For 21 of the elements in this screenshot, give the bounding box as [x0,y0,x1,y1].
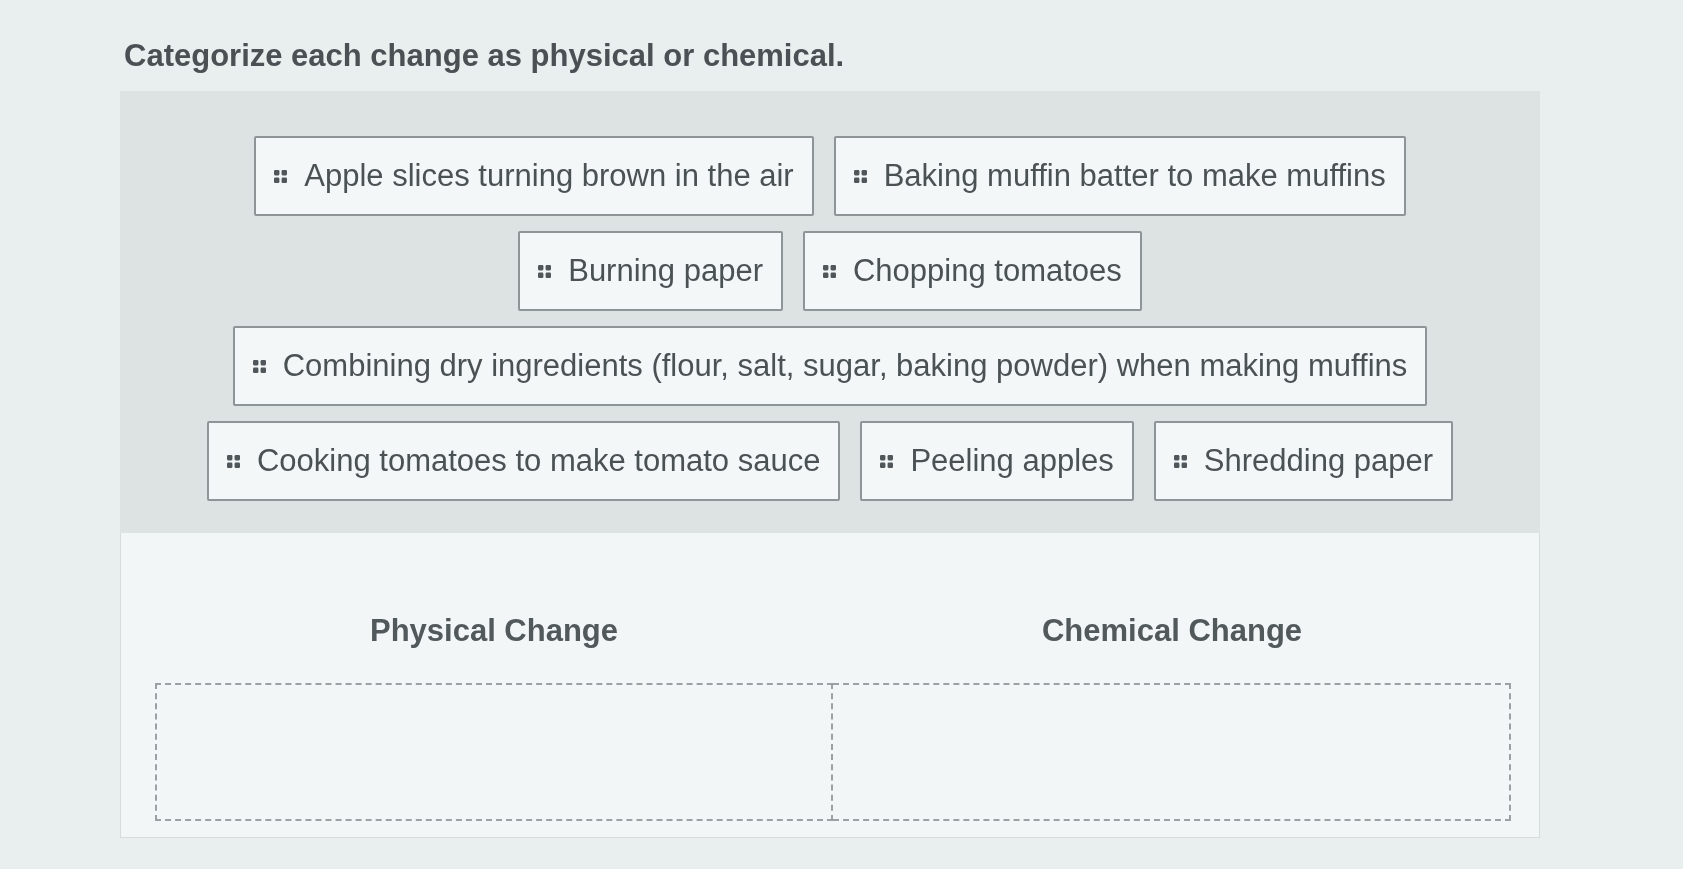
drag-handle-icon [1173,454,1187,468]
draggable-answer-tile[interactable]: Chopping tomatoes [802,231,1142,311]
drag-handle-icon [853,169,867,183]
drag-handle-icon [226,454,240,468]
drag-handle-icon [538,264,552,278]
category-heading: Chemical Change [1041,613,1303,649]
drop-zone[interactable] [155,683,833,821]
question-prompt: Categorize each change as physical or chemical. [124,38,846,74]
draggable-answer-tile[interactable]: Apple slices turning brown in the air [254,136,814,216]
draggable-answer-tile[interactable]: Cooking tomatoes to make tomato sauce [206,421,841,501]
drag-handle-icon [274,169,288,183]
draggable-answer-tile[interactable]: Baking muffin batter to make muffins [833,136,1406,216]
draggable-answer-tile[interactable]: Burning paper [518,231,783,311]
draggable-answer-tile[interactable]: Shredding paper [1153,421,1454,501]
drop-zone[interactable] [833,683,1511,821]
category-heading: Physical Change [369,613,619,649]
drag-handle-icon [822,264,836,278]
draggable-answer-tile[interactable]: Combining dry ingredients (flour, salt, sugar, baking powder) when making muffins [232,326,1428,406]
draggable-answer-tile[interactable]: Peeling apples [860,421,1134,501]
drag-handle-icon [880,454,894,468]
drag-handle-icon [252,359,266,373]
